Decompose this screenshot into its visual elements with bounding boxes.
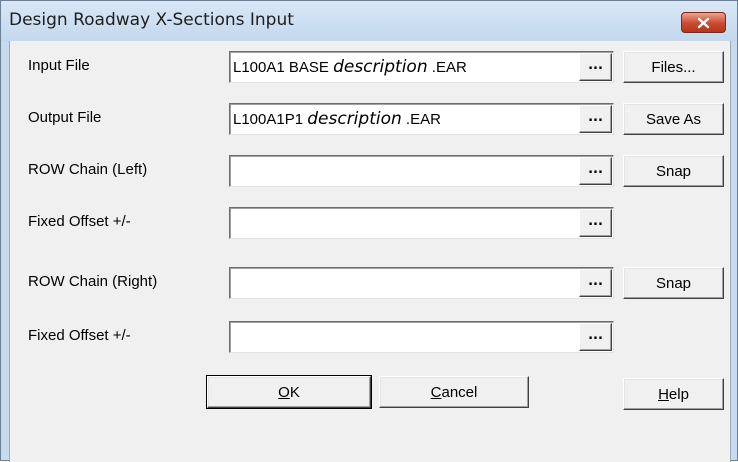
ok-mnemonic: O bbox=[278, 383, 290, 401]
help-label-rest: elp bbox=[668, 385, 689, 403]
fixed-offset-right-field[interactable]: ... bbox=[229, 321, 614, 353]
help-mnemonic: H bbox=[658, 385, 669, 403]
files-button[interactable]: Files... bbox=[623, 51, 724, 83]
snap-right-button[interactable]: Snap bbox=[623, 267, 724, 299]
output-file-browse-button[interactable]: ... bbox=[579, 105, 612, 133]
row-chain-left-browse-button[interactable]: ... bbox=[579, 157, 612, 185]
fixed-offset-left-field[interactable]: ... bbox=[229, 207, 614, 239]
fixed-offset-right-browse-button[interactable]: ... bbox=[579, 323, 612, 351]
row-chain-left-label: ROW Chain (Left) bbox=[28, 161, 148, 178]
row-chain-right-field[interactable]: ... bbox=[229, 267, 614, 299]
close-icon bbox=[697, 17, 710, 28]
input-file-value: L100A1 BASE description .EAR bbox=[233, 57, 467, 77]
input-file-browse-button[interactable]: ... bbox=[579, 53, 612, 81]
cancel-mnemonic: C bbox=[430, 383, 442, 401]
title-bar[interactable]: Design Roadway X-Sections Input bbox=[1, 1, 737, 41]
snap-left-button[interactable]: Snap bbox=[623, 155, 724, 187]
fixed-offset-left-label: Fixed Offset +/- bbox=[28, 213, 131, 230]
row-chain-left-field[interactable]: ... bbox=[229, 155, 614, 187]
ok-button[interactable]: OK bbox=[206, 375, 372, 409]
save-as-button[interactable]: Save As bbox=[623, 103, 724, 135]
dialog-window: Design Roadway X-Sections Input Input Fi… bbox=[0, 0, 738, 462]
row-chain-right-label: ROW Chain (Right) bbox=[28, 273, 158, 290]
input-file-label: Input File bbox=[28, 57, 90, 74]
help-button[interactable]: Help bbox=[623, 378, 724, 410]
cancel-label-rest: ancel bbox=[441, 383, 478, 401]
dialog-body: Input File L100A1 BASE description .EAR … bbox=[9, 41, 731, 462]
fixed-offset-right-label: Fixed Offset +/- bbox=[28, 327, 131, 344]
fixed-offset-left-browse-button[interactable]: ... bbox=[579, 209, 612, 237]
output-file-label: Output File bbox=[28, 109, 102, 126]
cancel-button[interactable]: Cancel bbox=[379, 376, 529, 408]
window-title: Design Roadway X-Sections Input bbox=[9, 10, 294, 30]
output-file-field[interactable]: L100A1P1 description .EAR ... bbox=[229, 103, 614, 135]
input-file-field[interactable]: L100A1 BASE description .EAR ... bbox=[229, 51, 614, 83]
close-button[interactable] bbox=[681, 12, 726, 33]
output-file-value: L100A1P1 description .EAR bbox=[233, 109, 441, 129]
ok-label-rest: K bbox=[289, 383, 300, 401]
row-chain-right-browse-button[interactable]: ... bbox=[579, 269, 612, 297]
